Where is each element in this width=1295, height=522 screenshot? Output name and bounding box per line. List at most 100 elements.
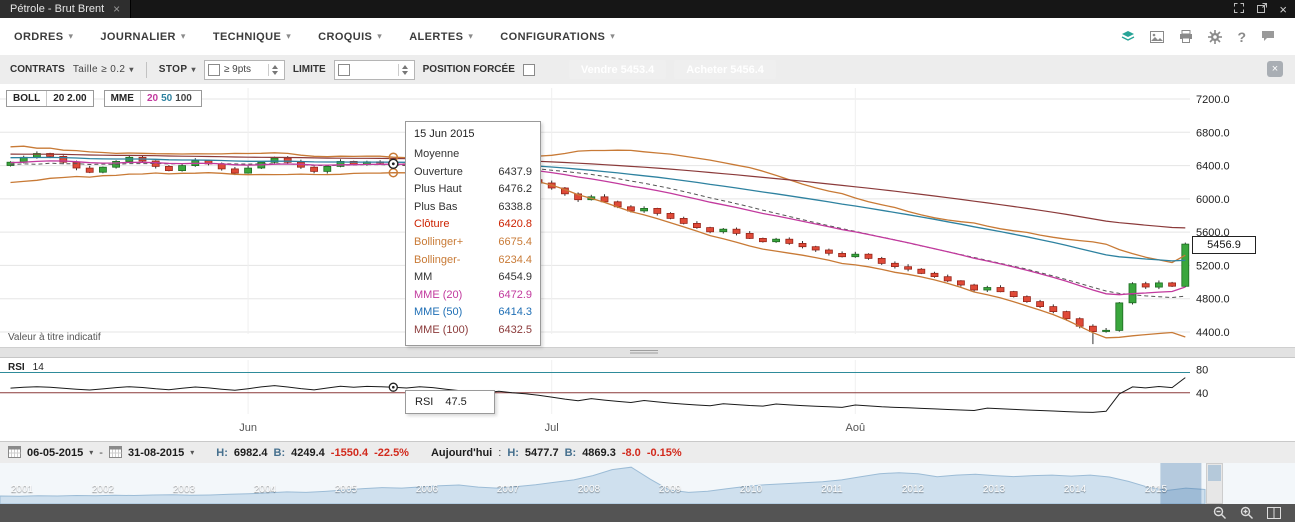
stop-value-input[interactable]: ≥ 9pts (224, 64, 264, 75)
chevron-down-icon: ▾ (129, 65, 134, 74)
svg-text:40: 40 (1196, 388, 1208, 400)
tooltip-row: Ouverture 6437.9 (414, 165, 532, 178)
x-axis-labels: Jun Jul Aoû (0, 417, 1295, 441)
stop-label: STOP (158, 64, 188, 75)
chevron-down-icon: ▾ (610, 31, 616, 41)
image-icon[interactable] (1150, 30, 1165, 43)
rsi-panel[interactable]: 80 40 RSI 14 (0, 358, 1295, 417)
sell-button[interactable]: Vendre 5453.4 (568, 60, 667, 79)
expand-icon[interactable] (1233, 2, 1245, 17)
rsi-legend: RSI 14 (8, 362, 44, 373)
limite-label: LIMITE (292, 64, 326, 75)
candlestick-chart[interactable]: 7200.06800.06400.06000.05600.05200.04800… (0, 84, 1258, 347)
tab-petrole-brut-brent[interactable]: Pétrole - Brut Brent × (0, 0, 132, 18)
date-to[interactable]: 31-08-2015 (128, 447, 184, 459)
stop-field: ≥ 9pts (203, 59, 285, 80)
zoom-out-icon[interactable] (1213, 506, 1227, 520)
boll-label: BOLL (13, 93, 41, 104)
main-chart-panel[interactable]: 7200.0 6800.0 6400.0 6000.0 5600.0 5200.0 4800… (0, 84, 1295, 347)
y-axis-labels: 7200.06800.06400.06000.05600.05200.04800… (1196, 94, 1230, 339)
taille-dropdown[interactable]: Taille ≥ 0.2 ▾ (73, 64, 134, 75)
bollinger-legend[interactable]: BOLL 20 2.00 (6, 90, 94, 107)
rsi-label: RSI (8, 362, 25, 373)
menu-item-configurations[interactable]: CONFIGURATIONS ▾ (500, 31, 615, 43)
mme-legend[interactable]: MME 20 50 100 (103, 90, 202, 107)
close-icon[interactable]: × (1279, 3, 1287, 16)
buy-button[interactable]: Acheter 5456.4 (674, 60, 776, 79)
menu-item-technique[interactable]: TECHNIQUE ▾ (213, 31, 291, 43)
menu-item-label: ORDRES (14, 30, 64, 43)
help-icon[interactable]: ? (1237, 29, 1246, 45)
date-from[interactable]: 06-05-2015 (27, 447, 83, 459)
period-high-value: 6982.4 (233, 446, 268, 459)
chat-icon[interactable] (1261, 30, 1275, 43)
today-colon: : (498, 446, 502, 459)
rsi-line (10, 377, 1186, 413)
calendar-icon[interactable] (8, 445, 21, 461)
chevron-down-icon: ▾ (180, 31, 186, 41)
svg-text:4800.0: 4800.0 (1196, 294, 1230, 306)
svg-text:80: 80 (1196, 365, 1208, 377)
timeline-navigator[interactable]: 2001 2002 2003 2004 2005 2006 2007 2008 2009 2010… (0, 463, 1295, 505)
popout-icon[interactable] (1256, 2, 1268, 17)
today-change-pct: -0.15% (646, 446, 682, 459)
rsi-param: 14 (32, 362, 44, 373)
taille-label: Taille ≥ 0.2 (72, 64, 126, 75)
period-change-pct: -22.5% (374, 446, 409, 459)
tab-title: Pétrole - Brut Brent (10, 3, 105, 15)
mme-param-100: 100 (175, 93, 192, 104)
tooltip-row: Bollinger- 6234.4 (414, 253, 532, 266)
bottom-bar (0, 504, 1295, 522)
mme-params: 20 50 100 (139, 91, 201, 106)
gear-icon[interactable] (1208, 29, 1223, 44)
date-range-separator: - (99, 446, 103, 459)
menu-item-croquis[interactable]: CROQUIS ▾ (318, 31, 382, 43)
scrollbar-thumb[interactable] (1208, 465, 1221, 481)
today-high-label: H: (507, 446, 519, 459)
menu-item-label: JOURNALIER (100, 30, 176, 43)
svg-text:7200.0: 7200.0 (1196, 94, 1230, 106)
order-toolbar: CONTRATS Taille ≥ 0.2 ▾ STOP ▾ ≥ 9pts LI… (0, 55, 1295, 85)
splitter-grip-icon[interactable] (630, 350, 658, 355)
menu-item-label: ALERTES (409, 30, 464, 43)
chevron-down-icon: ▾ (286, 31, 292, 41)
navigator-year-label: 2004 (253, 484, 277, 495)
rsi-tooltip: RSI 47.5 (405, 390, 495, 414)
chevron-down-icon: ▾ (68, 31, 74, 41)
close-panel-icon[interactable]: × (1267, 61, 1283, 77)
navigator-year-label: 2014 (1063, 484, 1087, 495)
period-change: -1550.4 (330, 446, 369, 459)
position-forcee-label: POSITION FORCÉE (422, 64, 515, 75)
limite-spinner[interactable] (397, 63, 411, 76)
calendar-icon[interactable] (108, 445, 122, 461)
chart-tooltip: 15 Jun 2015 Moyenne Ouverture 6437.9 Plus H… (405, 121, 541, 346)
tooltip-row: MME (100) 6432.5 (414, 323, 532, 336)
window-controls: × (1233, 2, 1295, 17)
stop-dropdown[interactable]: STOP ▾ (159, 64, 196, 75)
panel-splitter[interactable] (0, 347, 1295, 358)
tab-close-icon[interactable]: × (113, 3, 120, 15)
menu-item-label: TECHNIQUE (212, 30, 282, 43)
layers-icon[interactable] (1121, 30, 1135, 43)
zoom-in-icon[interactable] (1240, 506, 1254, 520)
limite-checkbox[interactable] (337, 63, 350, 76)
rsi-chart[interactable]: 80 40 (0, 358, 1258, 417)
navigator-year-label: 2001 (10, 484, 34, 495)
menu-item-alertes[interactable]: ALERTES ▾ (409, 31, 473, 43)
print-icon[interactable] (1179, 30, 1193, 43)
chart-legend: BOLL 20 2.00 MME 20 50 100 (6, 90, 202, 107)
today-low-value: 4869.3 (582, 446, 616, 459)
position-forcee-checkbox[interactable] (522, 63, 535, 76)
panes-icon[interactable] (1267, 507, 1281, 519)
disclaimer: Valeur à titre indicatif (8, 332, 101, 343)
chevron-down-icon: ▾ (89, 448, 94, 457)
svg-text:6400.0: 6400.0 (1196, 161, 1230, 173)
menu-item-ordres[interactable]: ORDRES ▾ (14, 31, 73, 43)
stop-spinner[interactable] (267, 63, 281, 76)
stop-checkbox[interactable] (207, 63, 220, 76)
today-high-value: 5477.7 (524, 446, 559, 459)
navigator-scrollbar[interactable] (1206, 463, 1223, 504)
menu-item-journalier[interactable]: JOURNALIER ▾ (100, 31, 185, 43)
svg-text:6800.0: 6800.0 (1196, 127, 1230, 139)
navigator-year-label: 2013 (982, 484, 1006, 495)
